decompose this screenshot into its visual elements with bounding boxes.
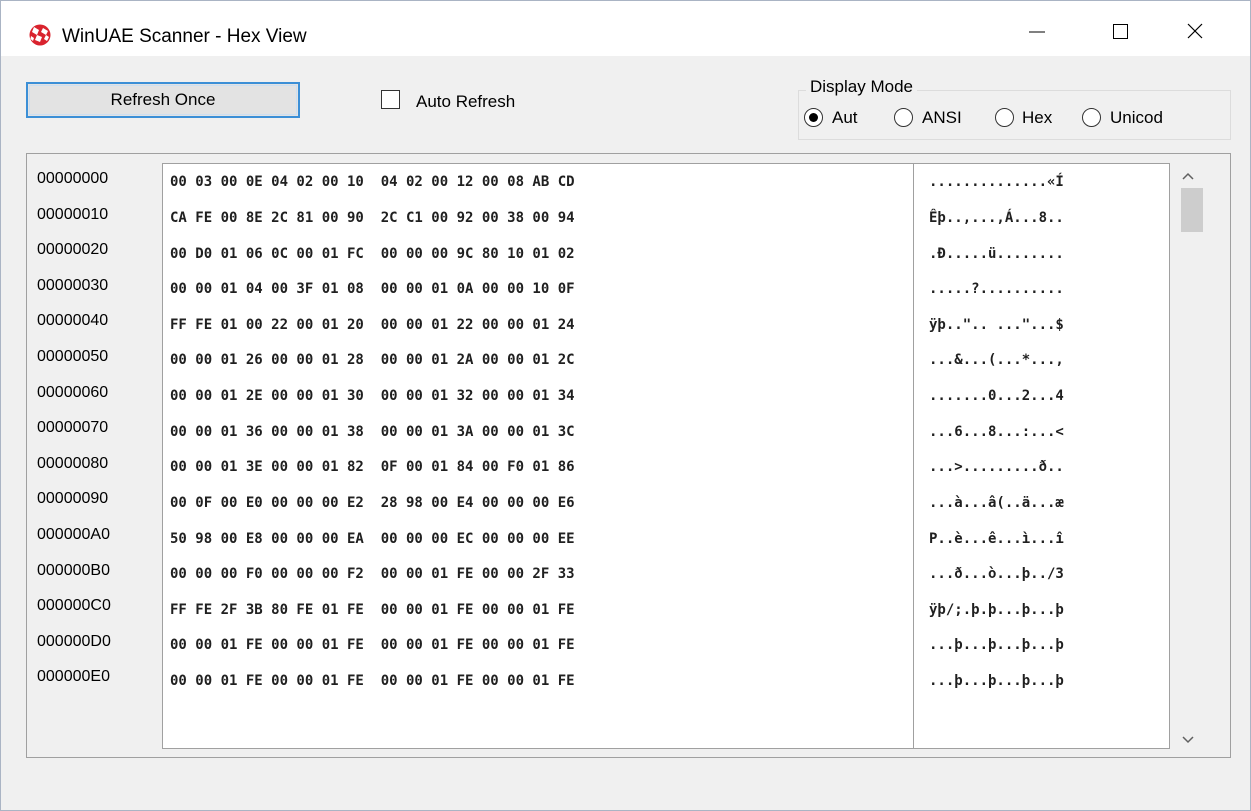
hex-row: 00 00 00 F0 00 00 00 F2 00 00 01 FE 00 0… <box>170 566 575 582</box>
offset-cell: 000000B0 <box>37 561 110 579</box>
hex-row: 00 00 01 36 00 00 01 38 00 00 01 3A 00 0… <box>170 424 575 440</box>
ascii-textbox[interactable]: ..............«Í Êþ..,...,Á...8.. .Ð....… <box>913 163 1170 749</box>
hex-row: 00 03 00 0E 04 02 00 10 04 02 00 12 00 0… <box>170 174 575 190</box>
ascii-row: ...>.........ð.. <box>929 459 1064 475</box>
hex-row: 00 00 01 3E 00 00 01 82 0F 00 01 84 00 F… <box>170 459 575 475</box>
app-window: WinUAE Scanner - Hex View Refresh Once A… <box>0 0 1251 811</box>
radio-unicode-label[interactable]: Unicod <box>1110 108 1163 128</box>
ascii-row: P..è...ê...ì...î <box>929 531 1064 547</box>
hex-row: CA FE 00 8E 2C 81 00 90 2C C1 00 92 00 3… <box>170 210 575 226</box>
ascii-row: .....?.......... <box>929 281 1064 297</box>
vertical-scrollbar[interactable] <box>1173 163 1205 749</box>
refresh-once-button[interactable]: Refresh Once <box>26 82 300 118</box>
ascii-row: ...þ...þ...þ...þ <box>929 673 1064 689</box>
ascii-row: ...6...8...:...< <box>929 424 1064 440</box>
radio-unicode[interactable] <box>1082 108 1101 127</box>
offset-cell: 000000C0 <box>37 597 111 615</box>
refresh-once-label: Refresh Once <box>110 90 216 109</box>
offset-cell: 000000D0 <box>37 632 111 650</box>
radio-selected-dot <box>809 113 818 122</box>
close-icon <box>1187 23 1203 39</box>
radio-ansi[interactable] <box>894 108 913 127</box>
hex-row: 00 0F 00 E0 00 00 00 E2 28 98 00 E4 00 0… <box>170 495 575 511</box>
hex-row: 00 00 01 26 00 00 01 28 00 00 01 2A 00 0… <box>170 352 575 368</box>
auto-refresh-label[interactable]: Auto Refresh <box>416 92 515 112</box>
ascii-row: ..............«Í <box>929 174 1064 190</box>
hex-bytes-textbox[interactable]: 00 03 00 0E 04 02 00 10 04 02 00 12 00 0… <box>162 163 914 749</box>
offset-cell: 000000A0 <box>37 525 110 543</box>
offset-cell: 00000010 <box>37 205 109 223</box>
offset-cell: 00000020 <box>37 241 109 259</box>
offset-cell: 00000030 <box>37 276 109 294</box>
radio-auto-label[interactable]: Aut <box>832 108 858 128</box>
ascii-row: ...à...â(..ä...æ <box>929 495 1064 511</box>
ascii-row: .......0...2...4 <box>929 388 1064 404</box>
ascii-row: .Ð.....ü........ <box>929 246 1064 262</box>
display-mode-group <box>798 90 1231 140</box>
scroll-up-arrow-icon[interactable] <box>1178 166 1198 186</box>
offset-cell: 00000060 <box>37 383 109 401</box>
hex-row: 00 00 01 2E 00 00 01 30 00 00 01 32 00 0… <box>170 388 575 404</box>
minimize-icon <box>1029 31 1045 33</box>
hex-row: 00 00 01 FE 00 00 01 FE 00 00 01 FE 00 0… <box>170 673 575 689</box>
ascii-row: ...þ...þ...þ...þ <box>929 637 1064 653</box>
hex-row: 00 00 01 04 00 3F 01 08 00 00 01 0A 00 0… <box>170 281 575 297</box>
window-title: WinUAE Scanner - Hex View <box>62 26 307 47</box>
offset-cell: 00000040 <box>37 312 109 330</box>
auto-refresh-checkbox[interactable] <box>381 90 400 109</box>
radio-ansi-label[interactable]: ANSI <box>922 108 962 128</box>
radio-auto[interactable] <box>804 108 823 127</box>
ascii-row: Êþ..,...,Á...8.. <box>929 210 1064 226</box>
display-mode-title: Display Mode <box>806 77 917 97</box>
offset-cell: 00000000 <box>37 170 109 187</box>
maximize-icon <box>1113 24 1128 39</box>
offset-cell: 00000090 <box>37 490 109 508</box>
offset-cell: 000000E0 <box>37 668 110 686</box>
offset-cell: 00000070 <box>37 419 109 437</box>
maximize-button[interactable] <box>1090 1 1150 56</box>
radio-hex[interactable] <box>995 108 1014 127</box>
hex-row: FF FE 2F 3B 80 FE 01 FE 00 00 01 FE 00 0… <box>170 602 575 618</box>
scrollbar-thumb[interactable] <box>1181 188 1203 232</box>
close-button[interactable] <box>1165 1 1225 56</box>
hex-row: 00 D0 01 06 0C 00 01 FC 00 00 00 9C 80 1… <box>170 246 575 262</box>
hex-row: 50 98 00 E8 00 00 00 EA 00 00 00 EC 00 0… <box>170 531 575 547</box>
minimize-button[interactable] <box>1007 1 1067 56</box>
ascii-row: ...&...(...*..., <box>929 352 1064 368</box>
hex-row: 00 00 01 FE 00 00 01 FE 00 00 01 FE 00 0… <box>170 637 575 653</box>
ascii-row: ...ð...ò...þ../3 <box>929 566 1064 582</box>
title-bar[interactable]: WinUAE Scanner - Hex View <box>1 1 1250 56</box>
scroll-down-arrow-icon[interactable] <box>1178 730 1198 750</box>
offset-column: 00000000 00000010 00000020 00000030 0000… <box>37 170 111 704</box>
amiga-boing-ball-icon <box>29 24 51 46</box>
offset-cell: 00000080 <box>37 454 109 472</box>
offset-cell: 00000050 <box>37 347 109 365</box>
radio-hex-label[interactable]: Hex <box>1022 108 1052 128</box>
hex-row: FF FE 01 00 22 00 01 20 00 00 01 22 00 0… <box>170 317 575 333</box>
ascii-row: ÿþ/;.þ.þ...þ...þ <box>929 602 1064 618</box>
ascii-row: ÿþ..".. ..."...$ <box>929 317 1064 333</box>
